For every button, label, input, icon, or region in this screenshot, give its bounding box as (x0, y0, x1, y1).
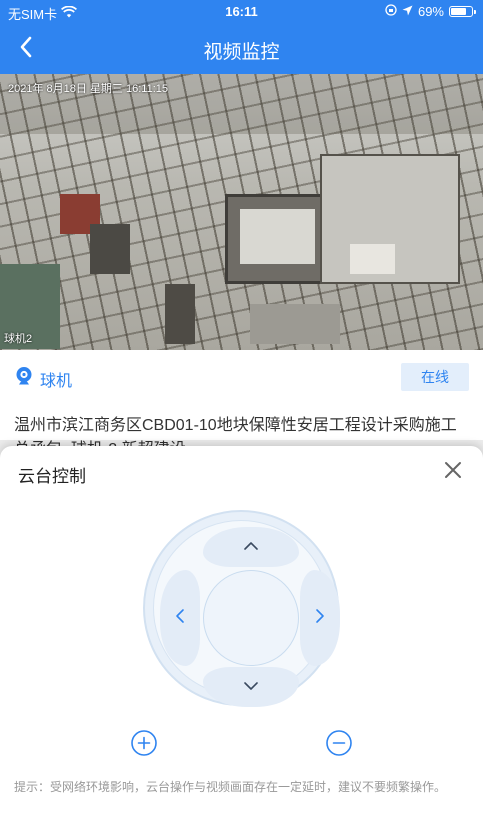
chevron-left-icon (175, 608, 185, 629)
pan-right-button[interactable] (300, 570, 340, 666)
pan-down-button[interactable] (203, 667, 299, 707)
webcam-icon (14, 366, 34, 391)
close-button[interactable] (437, 456, 469, 488)
video-camera-label: 球机2 (4, 333, 33, 345)
location-arrow-icon (402, 4, 413, 19)
battery-icon (449, 6, 476, 17)
battery-percent: 69% (417, 4, 444, 19)
pan-left-button[interactable] (160, 570, 200, 666)
chevron-right-icon (315, 608, 325, 629)
tip-text: 提示：受网络环境影响，云台操作与视频画面存在一定延时，建议不要频繁操作。 (14, 780, 447, 794)
pan-up-button[interactable] (203, 527, 299, 567)
orientation-lock-icon (385, 4, 397, 19)
chevron-up-icon (243, 538, 259, 556)
camera-header: 球机 (14, 366, 72, 391)
sheet-title: 云台控制 (18, 467, 86, 486)
chevron-down-icon (243, 678, 259, 696)
video-player[interactable]: 2021年 8月18日 星期三 16:11:15 球机2 (0, 74, 483, 350)
ptz-control-sheet: 云台控制 提示：受网络环境影响，云台操作与视频画面存在一定延时，建议不要频繁操作… (0, 446, 483, 820)
zoom-out-button[interactable] (324, 729, 354, 762)
close-icon (443, 460, 463, 485)
direction-pad (143, 510, 340, 707)
zoom-out-icon (325, 729, 353, 762)
video-timestamp: 2021年 8月18日 星期三 16:11:15 (8, 83, 168, 95)
status-bar: 无SIM卡 16:11 69% (0, 0, 483, 24)
page-title: 视频监控 (203, 42, 280, 63)
direction-ring (153, 520, 340, 707)
center-button[interactable] (203, 570, 299, 666)
status-badge: 在线 (401, 363, 469, 391)
zoom-in-button[interactable] (129, 729, 159, 762)
zoom-in-icon (130, 729, 158, 762)
camera-name: 球机 (40, 372, 73, 390)
nav-bar: 视频监控 (0, 24, 483, 74)
status-right: 69% (385, 4, 476, 19)
